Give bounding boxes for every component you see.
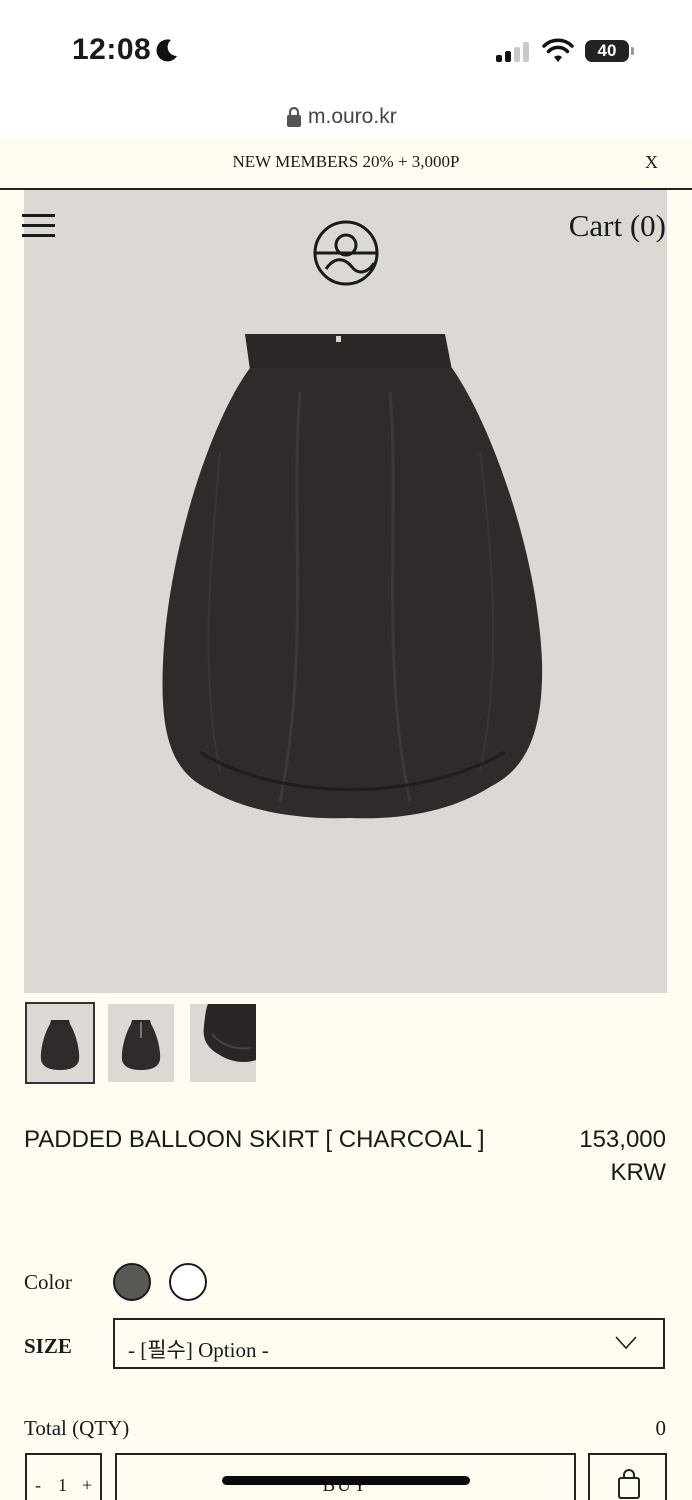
size-select[interactable]: - [필수] Option - [113, 1318, 665, 1369]
thumbnail-3[interactable] [190, 1004, 256, 1082]
total-value: 0 [655, 1416, 667, 1440]
battery-cap [631, 47, 634, 55]
status-bar: 12:08 40 [0, 0, 692, 100]
battery-indicator: 40 [585, 40, 629, 62]
size-select-value: - [필수] Option - [128, 1338, 269, 1362]
color-swatch-white[interactable] [169, 1263, 207, 1301]
skirt-thumbnail-front [40, 1020, 80, 1070]
cellular-signal-icon [496, 42, 532, 62]
menu-icon[interactable] [22, 212, 56, 240]
status-time: 12:08 [72, 33, 152, 66]
qty-increase-button[interactable]: + [82, 1475, 92, 1496]
total-label: Total (QTY) [24, 1416, 130, 1440]
qty-value[interactable]: 1 [58, 1475, 67, 1496]
cart-link[interactable]: Cart (0) [569, 208, 666, 244]
chevron-down-icon [615, 1336, 637, 1350]
color-label: Color [24, 1270, 72, 1294]
browser-url[interactable]: m.ouro.kr [308, 105, 397, 129]
moon-icon [156, 39, 177, 62]
price-amount: 153,000 [579, 1126, 666, 1153]
lock-icon [287, 107, 301, 127]
add-to-cart-button[interactable] [588, 1453, 667, 1500]
promo-close-button[interactable]: X [645, 152, 658, 173]
quantity-stepper: - 1 + [25, 1453, 102, 1500]
thumbnail-2[interactable] [108, 1004, 174, 1082]
home-indicator [222, 1476, 470, 1485]
thumbnail-1[interactable] [25, 1002, 95, 1084]
product-title: PADDED BALLOON SKIRT [ CHARCOAL ] [24, 1126, 485, 1153]
color-swatch-charcoal[interactable] [113, 1263, 151, 1301]
product-price: 153,000 KRW [546, 1123, 666, 1189]
brand-logo[interactable] [312, 211, 380, 295]
product-hero-image[interactable] [24, 190, 667, 993]
skirt-thumbnail-detail [203, 1004, 256, 1062]
skirt-thumbnail-back [121, 1020, 161, 1070]
shopping-bag-icon [618, 1469, 640, 1499]
size-label: SIZE [24, 1334, 72, 1358]
skirt-image [162, 334, 543, 819]
promo-banner: NEW MEMBERS 20% + 3,000P X [0, 138, 692, 190]
price-currency: KRW [610, 1159, 666, 1186]
wifi-icon [542, 38, 574, 62]
qty-decrease-button[interactable]: - [35, 1475, 41, 1496]
promo-text: NEW MEMBERS 20% + 3,000P [232, 152, 460, 171]
